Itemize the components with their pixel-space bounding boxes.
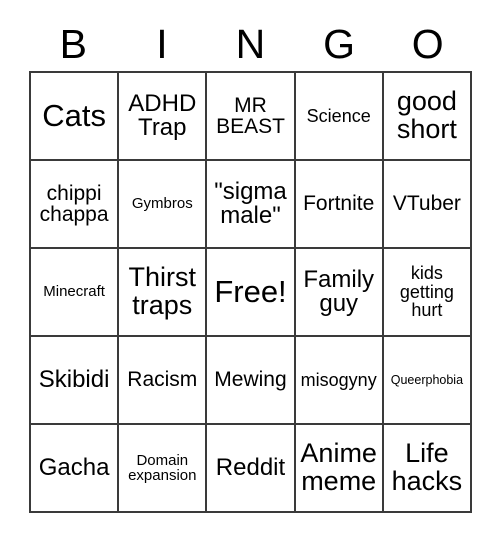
bingo-cell-i1[interactable]: ADHD Trap <box>119 73 208 161</box>
bingo-cell-n4[interactable]: Mewing <box>207 337 296 425</box>
bingo-cell-o4[interactable]: Queerphobia <box>383 337 472 425</box>
bingo-cell-label: Domain expansion <box>128 451 197 484</box>
bingo-cell-i4[interactable]: Racism <box>119 337 208 425</box>
bingo-cell-label: Gacha <box>38 453 110 481</box>
bingo-cell-label: Science <box>306 105 371 126</box>
bingo-cell-label: Anime meme <box>300 438 377 496</box>
bingo-cell-o3[interactable]: kids getting hurt <box>383 249 472 337</box>
bingo-cell-o2[interactable]: VTuber <box>383 161 472 249</box>
bingo-cell-label: VTuber <box>392 192 461 216</box>
bingo-grid: Cats ADHD Trap MR BEAST Science good sho… <box>29 71 472 513</box>
bingo-header-letter-b: B <box>59 20 87 67</box>
bingo-cell-label: Fortnite <box>303 192 375 216</box>
bingo-cell-label: Reddit <box>215 453 286 481</box>
bingo-header-row: B I N G O <box>29 18 472 70</box>
bingo-cell-g4[interactable]: misogyny <box>295 337 384 425</box>
bingo-cell-g5[interactable]: Anime meme <box>295 425 384 513</box>
bingo-cell-b4[interactable]: Skibidi <box>31 337 120 425</box>
bingo-cell-i2[interactable]: Gymbros <box>119 161 208 249</box>
bingo-cell-b5[interactable]: Gacha <box>31 425 120 513</box>
bingo-cell-label: good short <box>396 86 457 144</box>
bingo-cell-label: Gymbros <box>131 195 193 213</box>
bingo-cell-n1[interactable]: MR BEAST <box>207 73 296 161</box>
bingo-cell-i3[interactable]: Thirst traps <box>119 249 208 337</box>
bingo-cell-label: Mewing <box>214 368 287 392</box>
bingo-cell-label: "sigma male" <box>214 177 287 229</box>
bingo-cell-label: Life hacks <box>391 438 463 496</box>
bingo-cell-label: kids getting hurt <box>399 263 454 321</box>
bingo-cell-label: chippi chappa <box>39 181 109 226</box>
bingo-cell-g3[interactable]: Family guy <box>295 249 384 337</box>
bingo-cell-b1[interactable]: Cats <box>31 73 120 161</box>
bingo-cell-g1[interactable]: Science <box>295 73 384 161</box>
bingo-cell-b3[interactable]: Minecraft <box>31 249 120 337</box>
bingo-cell-label: Cats <box>42 98 106 134</box>
bingo-cell-label: Queerphobia <box>390 372 464 387</box>
bingo-cell-label: Thirst traps <box>128 262 197 320</box>
bingo-header-letter-o: O <box>411 20 444 67</box>
bingo-cell-label: Family guy <box>303 265 375 317</box>
bingo-cell-o1[interactable]: good short <box>383 73 472 161</box>
bingo-cell-i5[interactable]: Domain expansion <box>119 425 208 513</box>
bingo-cell-b2[interactable]: chippi chappa <box>31 161 120 249</box>
bingo-cell-label: Free! <box>214 274 287 310</box>
bingo-cell-label: Racism <box>127 368 198 392</box>
bingo-header-letter-n: N <box>235 20 266 67</box>
bingo-cell-label: misogyny <box>300 369 377 390</box>
bingo-cell-label: MR BEAST <box>216 93 285 138</box>
bingo-cell-n5[interactable]: Reddit <box>207 425 296 513</box>
bingo-cell-free-space[interactable]: Free! <box>207 249 296 337</box>
bingo-card: B I N G O Cats ADHD Trap MR BEAST Scienc… <box>0 0 500 544</box>
bingo-cell-g2[interactable]: Fortnite <box>295 161 384 249</box>
bingo-header-letter-g: G <box>323 20 356 67</box>
bingo-cell-o5[interactable]: Life hacks <box>383 425 472 513</box>
bingo-cell-label: Minecraft <box>43 283 105 301</box>
bingo-cell-label: ADHD Trap <box>128 89 197 141</box>
bingo-header-letter-i: I <box>156 20 168 67</box>
bingo-cell-label: Skibidi <box>38 365 110 393</box>
bingo-cell-n2[interactable]: "sigma male" <box>207 161 296 249</box>
